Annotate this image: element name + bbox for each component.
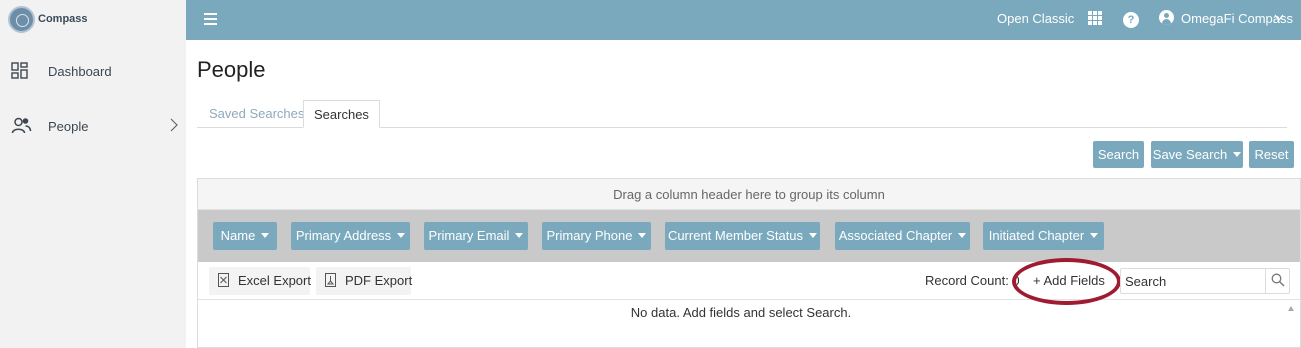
search-icon[interactable] — [1271, 273, 1285, 287]
caret-down-icon — [958, 233, 967, 238]
open-classic-link[interactable]: Open Classic — [997, 11, 1074, 26]
column-header-row: Name Primary Address Primary Email Prima… — [198, 210, 1300, 262]
pdf-export-button[interactable]: PDF Export — [316, 267, 413, 295]
sidebar-item-label: People — [48, 118, 89, 134]
pdf-export-label: PDF Export — [345, 273, 413, 288]
column-header[interactable]: Associated Chapter — [835, 222, 970, 250]
column-header[interactable]: Primary Address — [291, 222, 410, 250]
chevron-right-icon — [170, 118, 178, 132]
excel-export-button[interactable]: Excel Export — [209, 267, 311, 295]
save-search-button[interactable]: Save Search — [1151, 141, 1243, 168]
column-label: Primary Address — [295, 228, 392, 243]
empty-message: No data. Add fields and select Search. — [630, 305, 852, 320]
apps-grid-icon[interactable] — [1088, 11, 1102, 25]
chevron-down-icon[interactable] — [1274, 14, 1284, 22]
column-header[interactable]: Name — [213, 222, 277, 250]
scroll-up-arrow-icon[interactable] — [1288, 306, 1294, 311]
excel-export-label: Excel Export — [238, 273, 311, 288]
tab-searches[interactable]: Searches — [303, 100, 380, 128]
caret-down-icon — [809, 233, 818, 238]
record-count: Record Count: 0 — [925, 273, 1020, 288]
caret-down-icon — [261, 233, 270, 238]
grid-search-box — [1120, 268, 1290, 294]
column-label: Associated Chapter — [838, 228, 953, 243]
top-bar: Open Classic ? OmegaFi Compass — [186, 0, 1301, 40]
sidebar: Compass Dashboard People — [0, 0, 186, 348]
grid-search-input[interactable] — [1125, 272, 1260, 290]
column-header[interactable]: Initiated Chapter — [983, 222, 1104, 250]
caret-down-icon — [397, 233, 406, 238]
search-button[interactable]: Search — [1093, 141, 1144, 168]
column-header[interactable]: Primary Phone — [542, 222, 651, 250]
data-grid: Drag a column header here to group its c… — [197, 178, 1301, 348]
user-avatar-icon[interactable] — [1159, 10, 1174, 25]
column-label: Primary Email — [428, 228, 510, 243]
excel-file-icon — [218, 273, 229, 287]
group-panel[interactable]: Drag a column header here to group its c… — [198, 179, 1300, 210]
caret-down-icon — [515, 233, 524, 238]
sidebar-item-dashboard[interactable]: Dashboard — [0, 55, 186, 87]
brand-name: Compass — [38, 13, 88, 25]
caret-down-icon — [1233, 152, 1242, 157]
caret-down-icon — [638, 233, 647, 238]
page-title: People — [197, 57, 266, 82]
column-header[interactable]: Primary Email — [424, 222, 528, 250]
column-label: Initiated Chapter — [988, 228, 1085, 243]
sidebar-item-label: Dashboard — [48, 63, 112, 79]
caret-down-icon — [1090, 233, 1099, 238]
column-label: Name — [220, 228, 256, 243]
grid-toolbar: Excel Export PDF Export Record Count: 0 … — [198, 258, 1300, 305]
tab-saved-searches[interactable]: Saved Searches — [199, 100, 314, 128]
sidebar-item-people[interactable]: People — [0, 110, 186, 142]
brand[interactable]: Compass — [8, 5, 88, 33]
divider — [1265, 269, 1266, 293]
column-label: Primary Phone — [546, 228, 633, 243]
column-label: Current Member Status — [667, 228, 804, 243]
save-search-label: Save Search — [1152, 147, 1228, 162]
dashboard-grid-icon — [11, 62, 28, 79]
column-header[interactable]: Current Member Status — [665, 222, 820, 250]
pdf-file-icon — [325, 273, 336, 287]
add-fields-button[interactable]: + Add Fields — [1033, 273, 1105, 288]
hamburger-menu-icon[interactable] — [204, 13, 217, 25]
people-icon — [11, 117, 32, 134]
tab-bar: Saved Searches Searches — [197, 100, 1287, 128]
compass-logo-icon — [8, 5, 35, 33]
help-icon[interactable]: ? — [1123, 12, 1139, 28]
reset-button[interactable]: Reset — [1249, 141, 1294, 168]
